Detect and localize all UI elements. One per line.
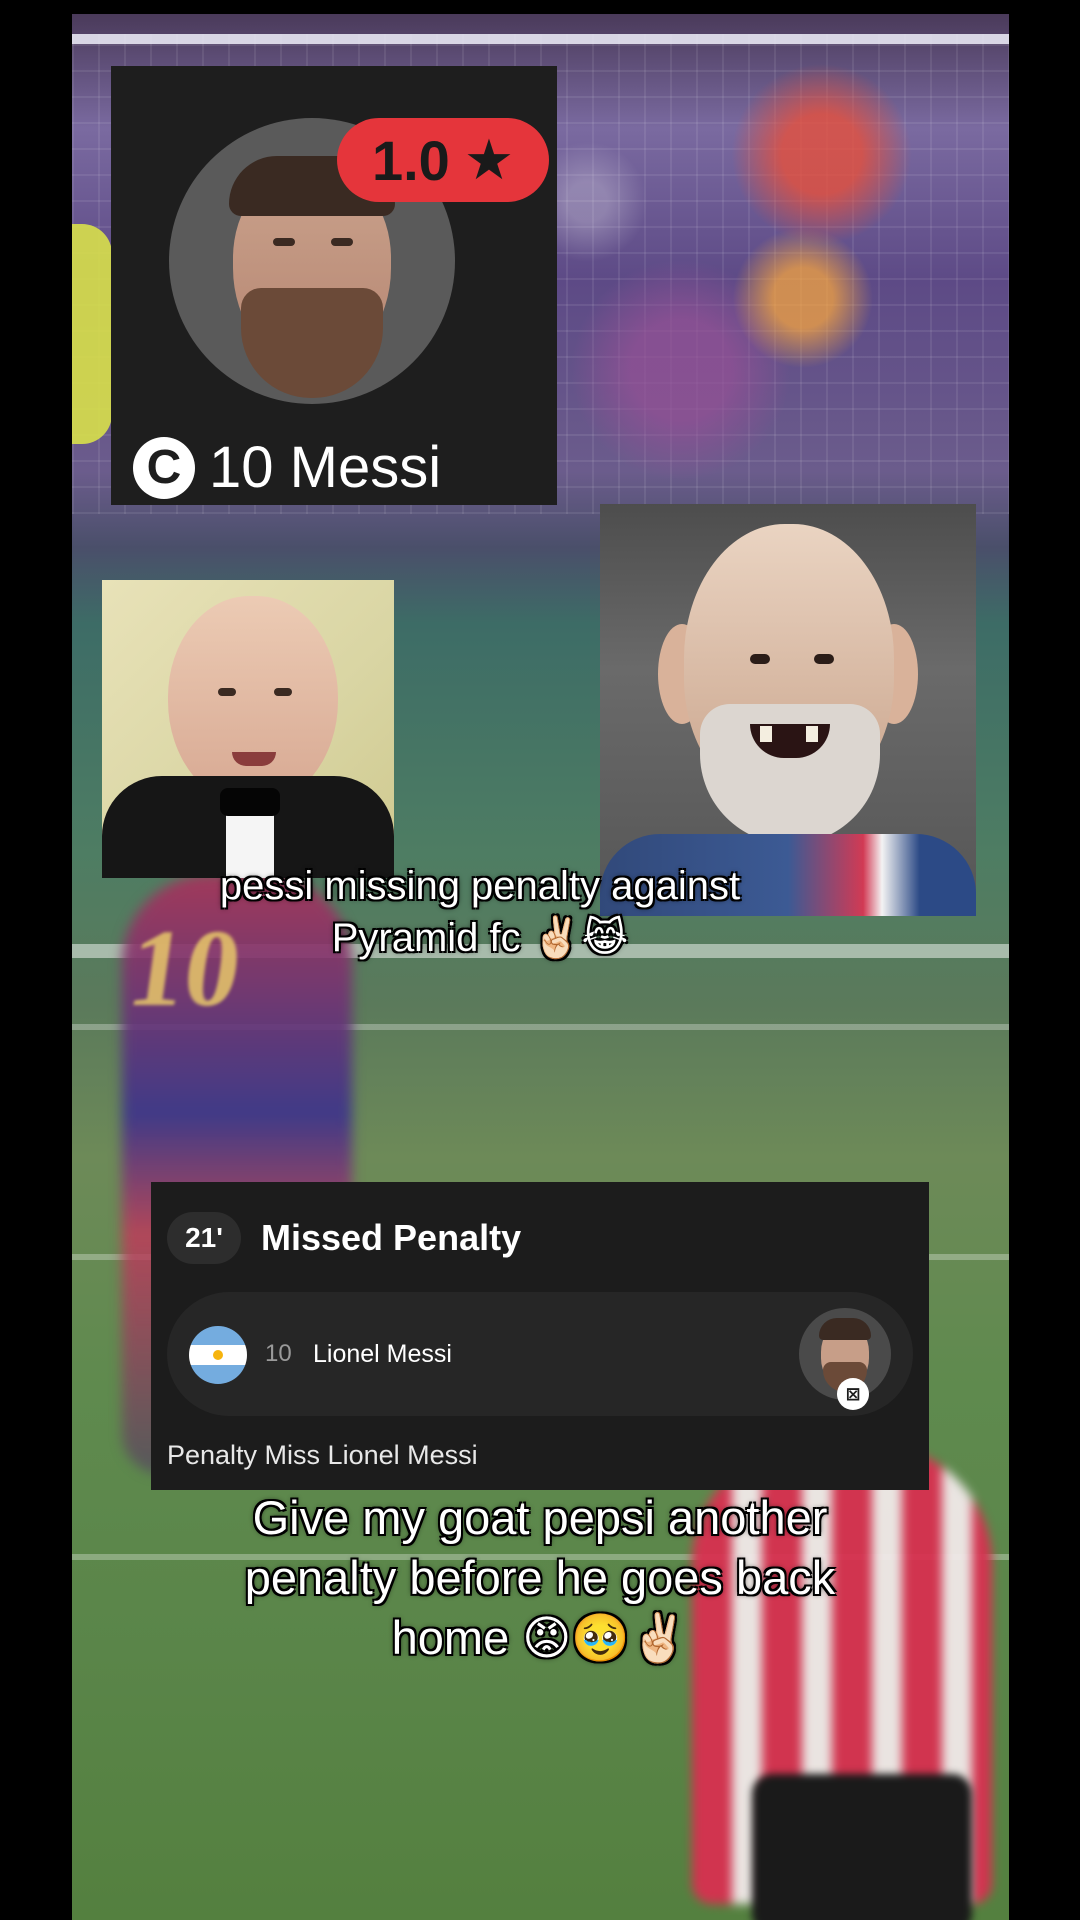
event-description: Penalty Miss Lionel Messi [167, 1440, 478, 1470]
yellow-shape [72, 224, 112, 444]
captain-row: C 10 Messi [133, 434, 441, 501]
meme-image-right [600, 504, 976, 916]
star-icon: ★ [463, 128, 515, 191]
event-minute: 21' [167, 1212, 241, 1264]
goal-crossbar [72, 34, 1009, 44]
caption-top: pessi missing penalty against Pyramid fc… [219, 864, 741, 960]
captain-icon: C [133, 436, 195, 499]
player-label: 10 Messi [209, 435, 442, 500]
rating-badge: 1.0 ★ [337, 118, 549, 202]
player-shorts [752, 1774, 972, 1920]
player-rating-card: 1.0 ★ C 10 Messi [111, 66, 557, 505]
rating-value: 1.0 [371, 128, 450, 192]
event-player-row[interactable]: 10 Lionel Messi ⊠ [167, 1292, 913, 1416]
player-name: Lionel Messi [313, 1340, 452, 1368]
match-event-card: 21' Missed Penalty 10 Lionel Messi ⊠ Pen… [151, 1182, 929, 1490]
meme-image-left [102, 580, 394, 878]
event-title: Missed Penalty [261, 1217, 522, 1258]
argentina-flag-icon [189, 1326, 247, 1384]
player-number: 10 [265, 1340, 292, 1367]
missed-penalty-icon: ⊠ [837, 1378, 869, 1410]
caption-bottom: Give my goat pepsi another penalty befor… [244, 1491, 836, 1664]
